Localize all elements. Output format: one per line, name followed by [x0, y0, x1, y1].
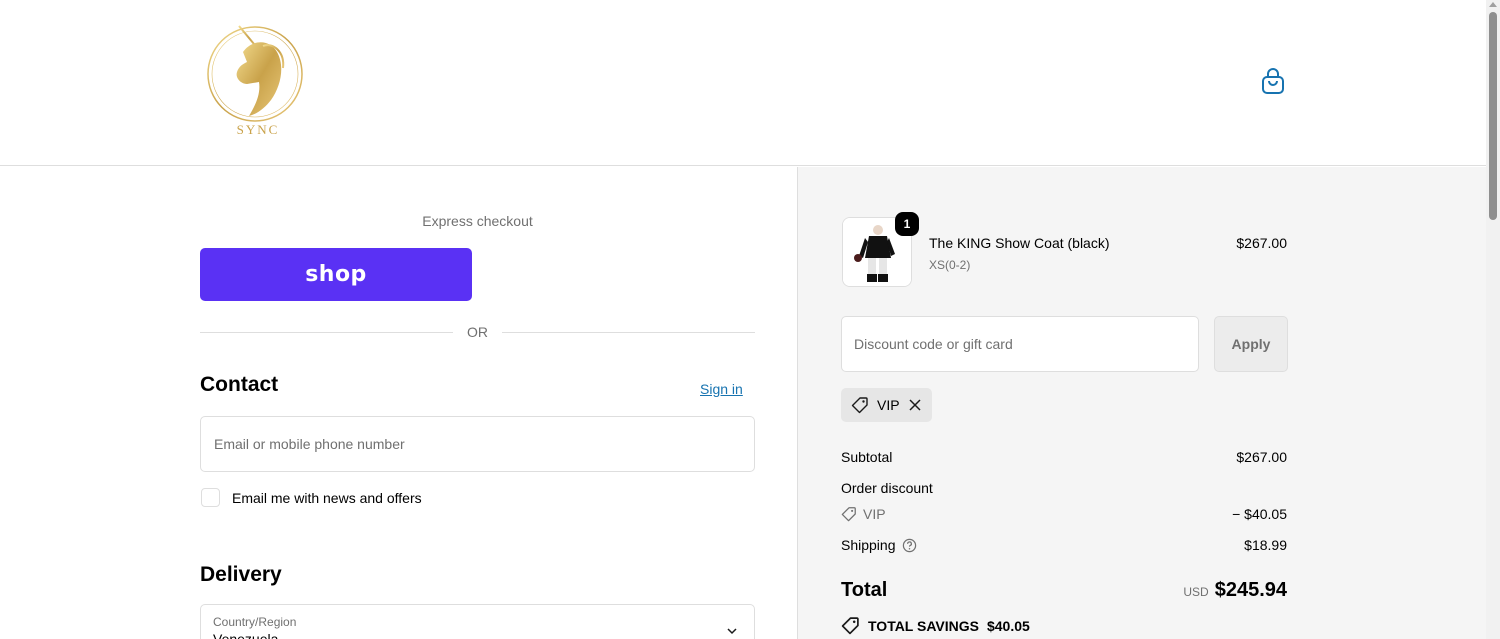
- total-amount: USD $245.94: [1183, 579, 1287, 602]
- total-value: $245.94: [1214, 579, 1287, 601]
- order-summary: 1 The KING Show Coat (black) XS(0-2) $26…: [797, 167, 1486, 639]
- discount-code-input[interactable]: Discount code or gift card: [841, 316, 1199, 372]
- shopping-bag-icon[interactable]: [1260, 68, 1286, 96]
- country-value: Venezuela: [213, 631, 279, 639]
- tag-icon: [851, 397, 868, 414]
- unicorn-logo-icon: [205, 25, 305, 122]
- apply-discount-button[interactable]: Apply: [1214, 316, 1288, 372]
- remove-discount-close-icon[interactable]: [908, 398, 922, 412]
- discount-value: − $40.05: [1232, 506, 1287, 522]
- discount-code-detail: VIP: [841, 506, 886, 522]
- scrollbar-thumb[interactable]: [1489, 12, 1497, 220]
- checkout-form: Express checkout shop OR Contact Sign in…: [0, 167, 797, 639]
- news-offers-label: Email me with news and offers: [232, 489, 422, 506]
- delivery-heading: Delivery: [200, 563, 282, 586]
- total-savings: TOTAL SAVINGS $40.05: [841, 616, 1030, 635]
- shipping-row: Shipping $18.99: [841, 537, 1287, 553]
- page-scrollbar[interactable]: [1486, 0, 1500, 639]
- brand-logo[interactable]: SYNC: [203, 22, 307, 140]
- contact-heading: Contact: [200, 373, 279, 396]
- divider-line: [502, 331, 755, 333]
- product-price: $267.00: [1236, 235, 1287, 251]
- sign-in-link[interactable]: Sign in: [700, 381, 743, 397]
- discount-code-name: VIP: [863, 506, 886, 522]
- express-checkout-title: Express checkout: [422, 213, 533, 229]
- chevron-down-icon: [727, 628, 737, 635]
- order-discount-row: Order discount: [841, 480, 1287, 496]
- savings-tag-icon: [841, 617, 859, 635]
- subtotal-label: Subtotal: [841, 449, 893, 465]
- scroll-up-arrow-icon[interactable]: [1489, 2, 1497, 7]
- country-select[interactable]: Country/Region Venezuela: [200, 604, 755, 639]
- subtotal-value: $267.00: [1236, 449, 1287, 465]
- help-circle-icon[interactable]: [902, 538, 917, 553]
- applied-discount-tag: VIP: [841, 388, 932, 422]
- brand-name: SYNC: [236, 122, 280, 137]
- divider-line: [200, 331, 453, 333]
- shipping-label-group: Shipping: [841, 537, 917, 553]
- order-discount-label: Order discount: [841, 480, 933, 496]
- header: SYNC: [0, 0, 1486, 166]
- quantity-badge: 1: [895, 212, 919, 236]
- news-offers-option: Email me with news and offers: [201, 488, 422, 507]
- email-field[interactable]: Email or mobile phone number: [200, 416, 755, 472]
- product-name: The KING Show Coat (black): [929, 235, 1110, 251]
- total-row: Total USD $245.94: [841, 579, 1287, 602]
- shipping-value: $18.99: [1244, 537, 1287, 553]
- shop-pay-button[interactable]: shop: [200, 248, 472, 301]
- currency-code: USD: [1183, 585, 1209, 599]
- total-savings-label: TOTAL SAVINGS: [868, 617, 979, 634]
- country-label: Country/Region: [213, 615, 297, 629]
- subtotal-row: Subtotal $267.00: [841, 449, 1287, 465]
- shipping-label: Shipping: [841, 537, 896, 553]
- or-label: OR: [467, 324, 488, 340]
- total-label: Total: [841, 579, 888, 601]
- applied-discount-code: VIP: [877, 397, 900, 413]
- or-divider: OR: [200, 323, 755, 341]
- tag-icon: [841, 507, 856, 522]
- total-savings-value: $40.05: [986, 617, 1030, 634]
- news-offers-checkbox[interactable]: [201, 488, 220, 507]
- discount-code-row: VIP − $40.05: [841, 506, 1287, 522]
- product-variant: XS(0-2): [929, 258, 971, 272]
